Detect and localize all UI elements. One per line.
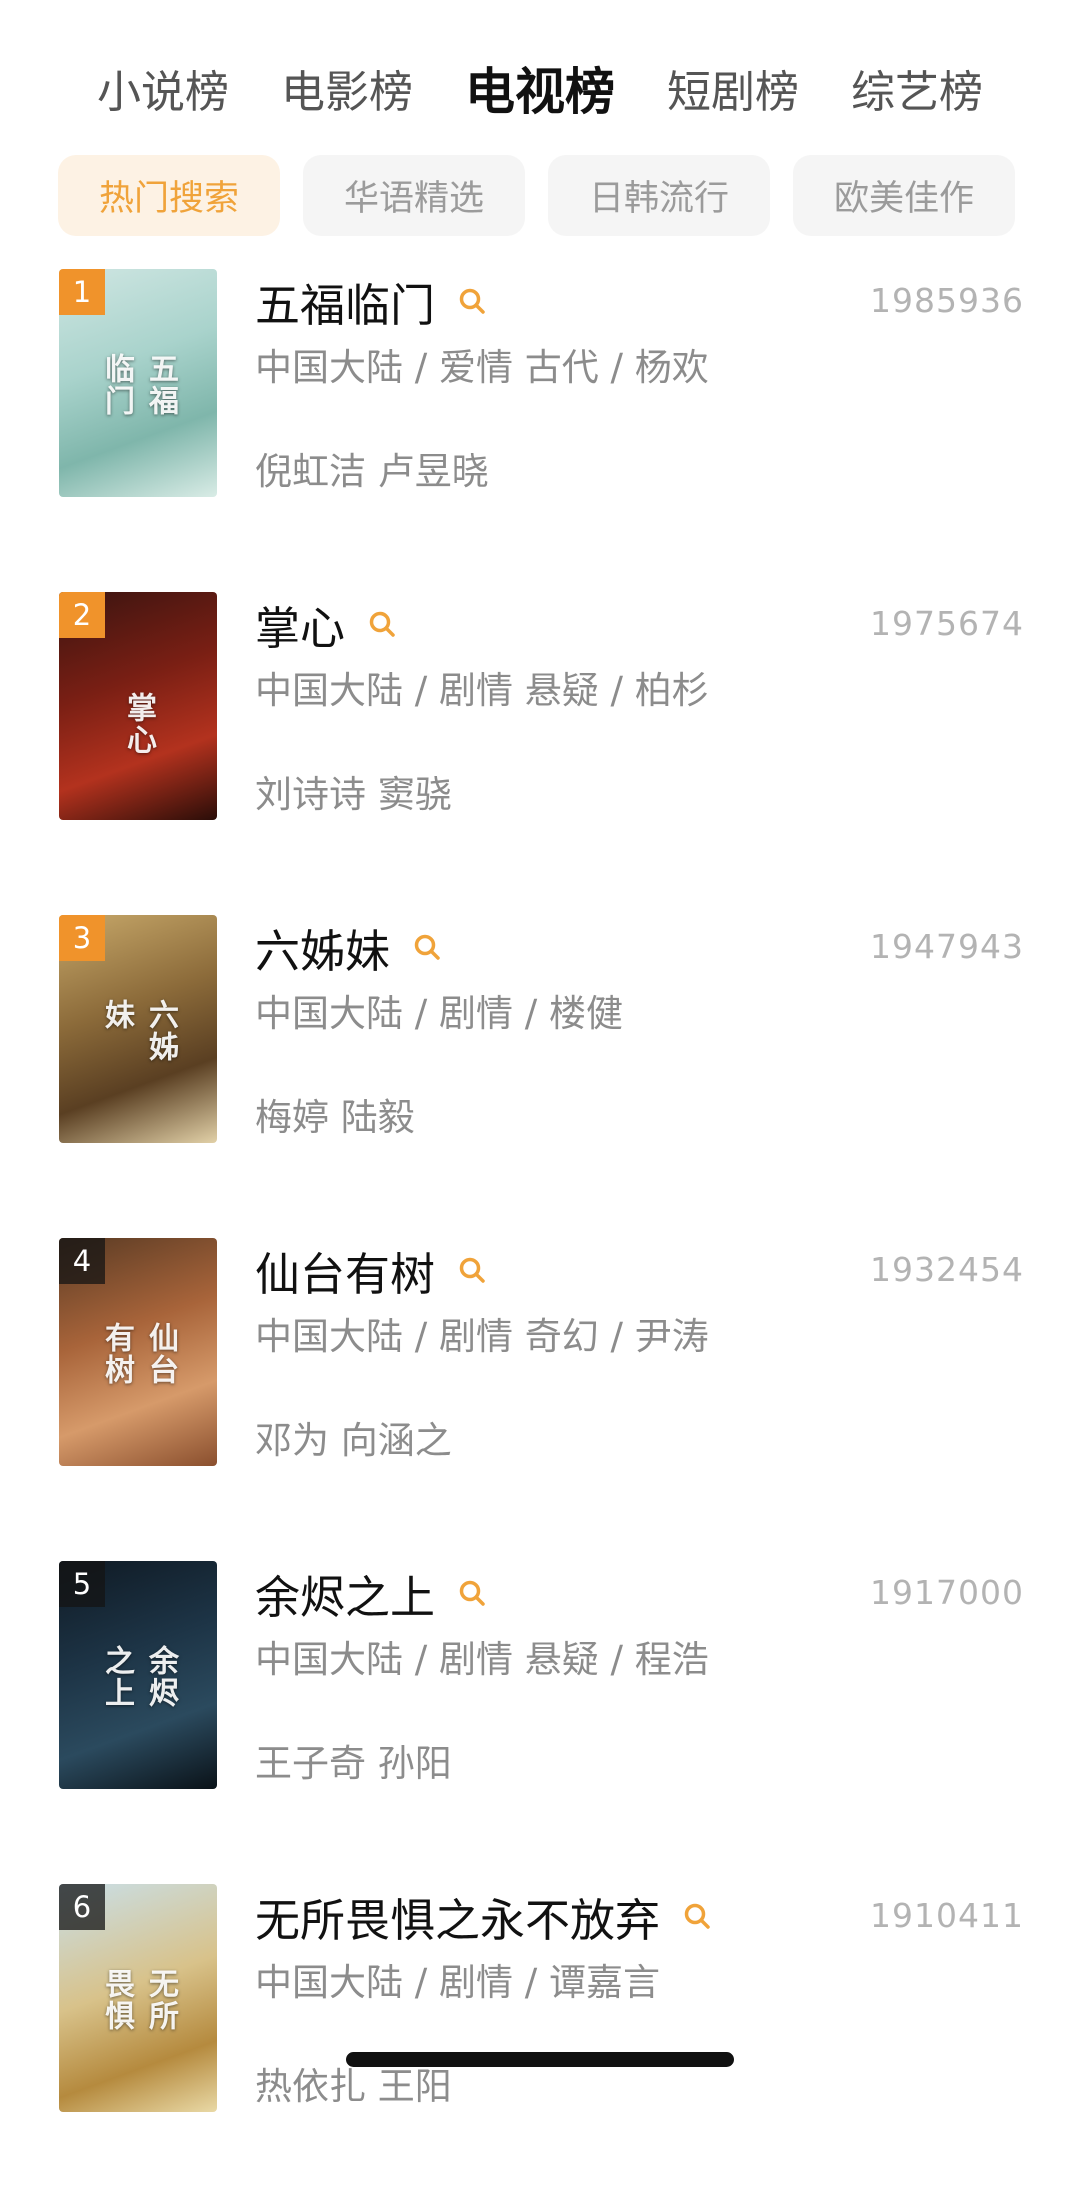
rank-badge: 1 [59,269,105,315]
hot-score: 1932454 [870,1250,1024,1289]
hot-score: 1985936 [870,281,1024,320]
poster-image[interactable]: 六姊妹 3 [59,915,217,1143]
chip-chinese-picks[interactable]: 华语精选 [303,155,525,236]
poster-title: 掌心 [121,692,156,757]
item-meta: 中国大陆 / 剧情 / 楼健 [255,992,623,1035]
item-title[interactable]: 掌心 [255,592,345,657]
rank-badge: 2 [59,592,105,638]
chip-western[interactable]: 欧美佳作 [793,155,1015,236]
list-item[interactable]: 六姊妹 3 六姊妹 1947943 中国大陆 / 剧情 / 楼健 梅婷 陆毅 [0,915,1080,1238]
poster-title: 无所畏惧 [99,1968,178,2033]
item-cast: 刘诗诗 窦骁 [255,773,452,816]
list-item[interactable]: 五福临门 1 五福临门 1985936 中国大陆 / 爱情 古代 / 杨欢 倪虹… [0,269,1080,592]
item-meta: 中国大陆 / 剧情 / 谭嘉言 [255,1961,660,2004]
tab-short-drama-ranking[interactable]: 短剧榜 [667,56,799,120]
item-title[interactable]: 六姊妹 [255,915,390,980]
search-icon[interactable] [457,1255,487,1285]
rank-badge: 3 [59,915,105,961]
category-chips: 热门搜索 华语精选 日韩流行 欧美佳作 [58,155,1022,236]
item-cast: 邓为 向涵之 [255,1419,452,1462]
tab-variety-ranking[interactable]: 综艺榜 [851,56,983,120]
ranking-tabs: 小说榜 电影榜 电视榜 短剧榜 综艺榜 [0,48,1080,128]
hot-score: 1975674 [870,604,1024,643]
list-item[interactable]: 仙台有树 4 仙台有树 1932454 中国大陆 / 剧情 奇幻 / 尹涛 邓为… [0,1238,1080,1561]
poster-title: 五福临门 [99,353,178,418]
search-icon[interactable] [412,932,442,962]
search-icon[interactable] [457,286,487,316]
item-meta: 中国大陆 / 剧情 悬疑 / 程浩 [255,1638,709,1681]
rank-badge: 4 [59,1238,105,1284]
hot-score: 1917000 [870,1573,1024,1612]
item-cast: 王子奇 孙阳 [255,1742,452,1785]
item-meta: 中国大陆 / 剧情 奇幻 / 尹涛 [255,1315,709,1358]
poster-title: 六姊妹 [99,999,178,1064]
list-item[interactable]: 余烬之上 5 余烬之上 1917000 中国大陆 / 剧情 悬疑 / 程浩 王子… [0,1561,1080,1884]
item-meta: 中国大陆 / 爱情 古代 / 杨欢 [255,346,709,389]
home-indicator[interactable] [346,2052,734,2067]
search-icon[interactable] [457,1578,487,1608]
list-item[interactable]: 无所畏惧 6 无所畏惧之永不放弃 1910411 中国大陆 / 剧情 / 谭嘉言… [0,1884,1080,2207]
chip-japan-korea[interactable]: 日韩流行 [548,155,770,236]
chip-hot-search[interactable]: 热门搜索 [58,155,280,236]
tab-movie-ranking[interactable]: 电影榜 [281,56,413,120]
search-icon[interactable] [367,609,397,639]
poster-title: 余烬之上 [99,1645,178,1710]
hot-score: 1947943 [870,927,1024,966]
poster-image[interactable]: 余烬之上 5 [59,1561,217,1789]
item-title[interactable]: 五福临门 [255,269,435,334]
list-item[interactable]: 掌心 2 掌心 1975674 中国大陆 / 剧情 悬疑 / 柏杉 刘诗诗 窦骁 [0,592,1080,915]
poster-image[interactable]: 无所畏惧 6 [59,1884,217,2112]
tab-tv-ranking[interactable]: 电视榜 [465,52,615,124]
poster-image[interactable]: 仙台有树 4 [59,1238,217,1466]
rank-badge: 5 [59,1561,105,1607]
poster-image[interactable]: 五福临门 1 [59,269,217,497]
poster-image[interactable]: 掌心 2 [59,592,217,820]
item-cast: 梅婷 陆毅 [255,1096,415,1139]
item-cast: 倪虹洁 卢昱晓 [255,450,489,493]
poster-title: 仙台有树 [99,1322,178,1387]
tab-novel-ranking[interactable]: 小说榜 [97,56,229,120]
search-icon[interactable] [682,1901,712,1931]
item-title[interactable]: 无所畏惧之永不放弃 [255,1884,660,1949]
item-title[interactable]: 仙台有树 [255,1238,435,1303]
hot-score: 1910411 [870,1896,1024,1935]
ranking-list: 五福临门 1 五福临门 1985936 中国大陆 / 爱情 古代 / 杨欢 倪虹… [0,269,1080,2207]
item-meta: 中国大陆 / 剧情 悬疑 / 柏杉 [255,669,709,712]
item-title[interactable]: 余烬之上 [255,1561,435,1626]
rank-badge: 6 [59,1884,105,1930]
